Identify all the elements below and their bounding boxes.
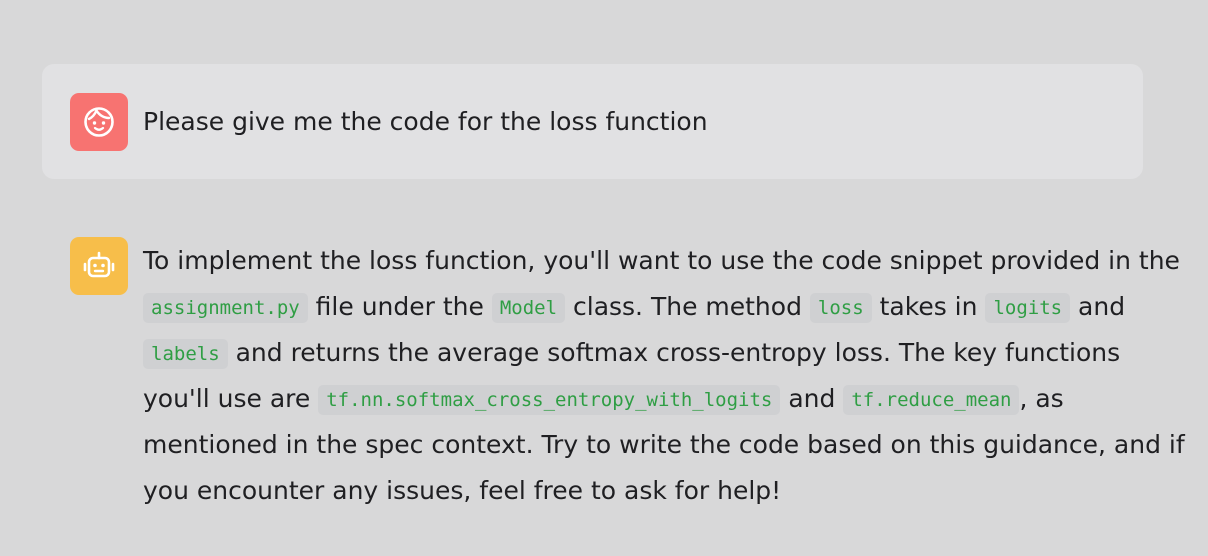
inline-code-labels: labels (143, 339, 228, 369)
text-segment: To implement the loss function, you'll w… (143, 246, 1180, 275)
assistant-line-2: assignment.py file under the Model class… (143, 284, 1143, 330)
assistant-avatar (70, 237, 128, 295)
assistant-line-3: labels and returns the average softmax c… (143, 330, 1143, 376)
inline-code-logits: logits (985, 293, 1071, 323)
assistant-message-text: To implement the loss function, you'll w… (143, 238, 1185, 514)
text-segment: mentioned in the spec context. Try to wr… (143, 430, 1185, 459)
text-segment: and returns the average softmax cross-en… (235, 338, 1121, 367)
smiley-face-icon (82, 105, 116, 139)
text-segment: you encounter any issues, feel free to a… (143, 476, 782, 505)
assistant-line-5: mentioned in the spec context. Try to wr… (143, 422, 1185, 468)
robot-icon (82, 249, 116, 283)
assistant-line-6: you encounter any issues, feel free to a… (143, 468, 1143, 514)
inline-code-softmax-cross-entropy: tf.nn.softmax_cross_entropy_with_logits (318, 385, 781, 415)
inline-code-loss: loss (809, 293, 872, 323)
text-segment: and (1078, 292, 1126, 321)
user-avatar (70, 93, 128, 151)
inline-code-assignment-py: assignment.py (143, 293, 308, 323)
text-segment: file under the (315, 292, 484, 321)
inline-code-model: Model (491, 293, 566, 323)
assistant-line-4: you'll use are tf.nn.softmax_cross_entro… (143, 376, 1143, 422)
text-segment: and (788, 384, 836, 413)
user-message-text: Please give me the code for the loss fun… (143, 107, 708, 136)
assistant-line-1: To implement the loss function, you'll w… (143, 238, 1180, 284)
text-segment: , as (1019, 384, 1064, 413)
inline-code-reduce-mean: tf.reduce_mean (843, 385, 1020, 415)
text-segment: class. The method (573, 292, 802, 321)
text-segment: takes in (879, 292, 978, 321)
text-segment: you'll use are (143, 384, 311, 413)
user-message: Please give me the code for the loss fun… (42, 64, 1143, 179)
